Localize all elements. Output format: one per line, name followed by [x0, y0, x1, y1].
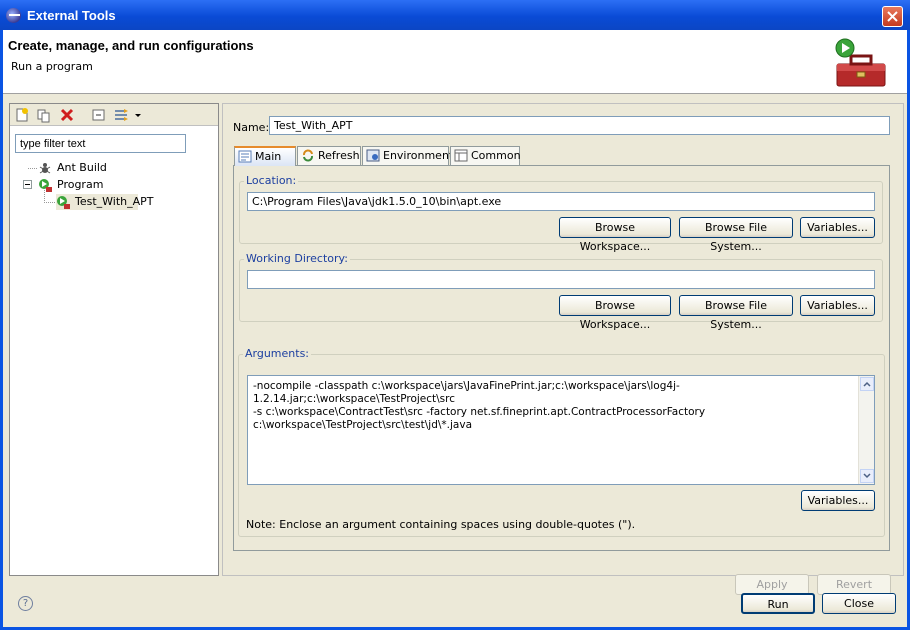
- arguments-text: -nocompile -classpath c:\workspace\jars\…: [253, 380, 706, 431]
- tab-environment-label: Environment: [383, 149, 454, 162]
- apply-button[interactable]: Apply: [735, 574, 809, 595]
- name-field[interactable]: Test_With_APT: [269, 116, 890, 135]
- refresh-icon: [303, 149, 313, 162]
- tree-guide: [28, 168, 37, 169]
- tree-guide: [28, 182, 29, 183]
- ant-icon: [39, 163, 51, 174]
- window-close-button[interactable]: [882, 6, 903, 27]
- arguments-note: Note: Enclose an argument containing spa…: [246, 518, 636, 531]
- new-config-icon[interactable]: [14, 107, 30, 123]
- header-subtitle: Run a program: [11, 60, 93, 73]
- location-group: Location: C:\Program Files\Java\jdk1.5.0…: [239, 174, 883, 253]
- tab-refresh-label: Refresh: [318, 149, 360, 162]
- tab-environment[interactable]: Environment: [362, 146, 453, 165]
- environment-icon: [366, 149, 380, 162]
- main-tab-icon: [238, 150, 252, 163]
- config-editor-panel: Name: Test_With_APT Main Refresh Environ…: [222, 103, 904, 595]
- dialog-header: Create, manage, and run configurations R…: [3, 30, 907, 94]
- common-icon: [454, 149, 468, 162]
- toolbox-icon: [835, 38, 886, 87]
- tree-toolbar: [10, 104, 218, 126]
- scroll-down-button[interactable]: [860, 469, 874, 483]
- dialog-client-area: Create, manage, and run configurations R…: [3, 30, 907, 627]
- close-icon: [887, 11, 898, 22]
- chevron-up-icon: [863, 381, 871, 387]
- filter-icon[interactable]: [113, 107, 129, 123]
- arguments-variables-button[interactable]: Variables...: [801, 490, 875, 511]
- config-tree-panel: Ant Build Program Test_With_APT: [9, 103, 219, 576]
- external-tools-window: External Tools Create, manage, and run c…: [0, 0, 910, 630]
- collapse-all-icon[interactable]: [91, 107, 107, 123]
- eclipse-icon: [6, 8, 21, 23]
- run-button[interactable]: Run: [741, 593, 815, 614]
- arguments-label: Arguments:: [243, 347, 312, 360]
- tab-common-label: Common: [471, 149, 521, 162]
- header-title: Create, manage, and run configurations: [8, 38, 254, 53]
- location-variables-button[interactable]: Variables...: [800, 217, 875, 238]
- window-title: External Tools: [27, 8, 116, 23]
- close-button[interactable]: Close: [822, 593, 896, 614]
- location-browse-workspace-button[interactable]: Browse Workspace...: [559, 217, 671, 253]
- tab-main[interactable]: Main: [234, 146, 296, 166]
- workdir-browse-filesystem-button[interactable]: Browse File System...: [679, 295, 793, 331]
- dropdown-arrow-icon[interactable]: [134, 107, 142, 123]
- tree-item-label: Program: [57, 178, 104, 191]
- location-browse-filesystem-button[interactable]: Browse File System...: [679, 217, 793, 253]
- location-field[interactable]: C:\Program Files\Java\jdk1.5.0_10\bin\ap…: [247, 192, 875, 211]
- program-icon: [39, 179, 52, 192]
- chevron-down-icon: [863, 473, 871, 479]
- scroll-up-button[interactable]: [860, 377, 874, 391]
- location-label: Location:: [244, 174, 299, 187]
- tab-common[interactable]: Common: [450, 146, 521, 165]
- tree-guide: [44, 202, 55, 203]
- name-label: Name:: [233, 121, 270, 134]
- tab-refresh[interactable]: Refresh: [297, 146, 361, 165]
- title-bar[interactable]: External Tools: [0, 0, 910, 30]
- workdir-variables-button[interactable]: Variables...: [800, 295, 875, 316]
- duplicate-icon[interactable]: [36, 107, 52, 123]
- arguments-scrollbar[interactable]: [858, 376, 874, 484]
- program-config-icon: [57, 196, 70, 209]
- working-directory-label: Working Directory:: [244, 252, 350, 265]
- tree-item-label: Ant Build: [57, 161, 107, 174]
- arguments-textarea[interactable]: -nocompile -classpath c:\workspace\jars\…: [247, 375, 875, 485]
- tab-main-label: Main: [255, 150, 282, 163]
- tree-item-label: Test_With_APT: [75, 195, 154, 208]
- delete-icon[interactable]: [59, 107, 75, 123]
- revert-button[interactable]: Revert: [817, 574, 891, 595]
- workdir-browse-workspace-button[interactable]: Browse Workspace...: [559, 295, 671, 331]
- working-directory-field[interactable]: [247, 270, 875, 289]
- tree-item-test-with-apt[interactable]: Test_With_APT: [56, 194, 154, 210]
- help-icon[interactable]: ?: [18, 596, 33, 611]
- filter-input[interactable]: [15, 134, 186, 153]
- working-directory-group: Working Directory: Browse Workspace... B…: [239, 252, 883, 331]
